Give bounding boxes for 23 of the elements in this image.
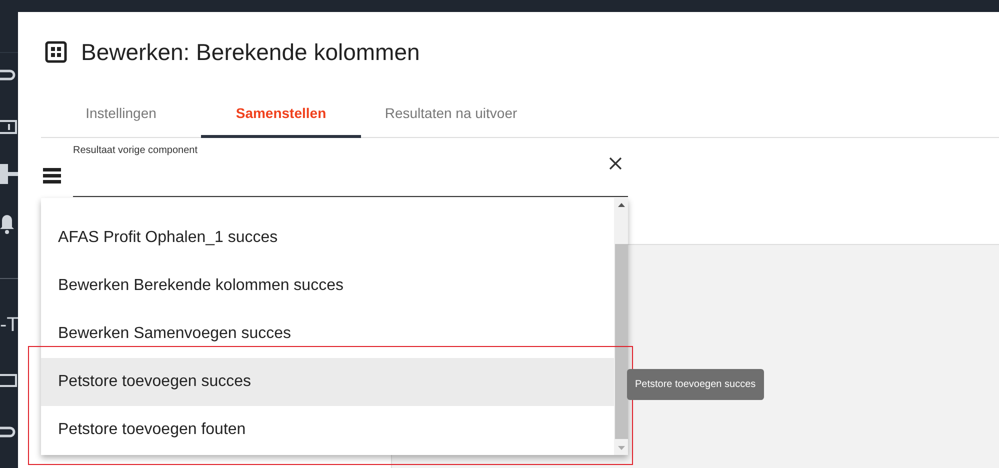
dialog-title: Bewerken: Berekende kolommen [81, 38, 420, 66]
grid-icon [45, 41, 67, 63]
dropdown-item[interactable]: Bewerken Samenvoegen succes [41, 310, 614, 358]
tab[interactable]: Resultaten na uitvoer [361, 93, 541, 138]
field-label: Resultaat vorige component [73, 145, 198, 156]
link-icon[interactable] [0, 68, 18, 82]
link-icon[interactable] [0, 425, 18, 439]
screen-icon[interactable] [0, 374, 18, 388]
panel-icon[interactable] [0, 120, 18, 134]
dropdown-item[interactable]: Bewerken Berekende kolommen succes [41, 262, 614, 310]
select-field[interactable]: Resultaat vorige component [73, 138, 628, 197]
scrollbar[interactable] [614, 198, 628, 455]
bell-icon[interactable] [0, 214, 14, 234]
dropdown-item[interactable]: Petstore toevoegen succes [41, 358, 614, 406]
menu-icon[interactable] [43, 168, 61, 184]
tab[interactable]: Instellingen [41, 93, 201, 138]
dropdown-item[interactable]: AFAS Profit Ophalen_1 succes [41, 214, 614, 262]
node-icon[interactable] [0, 164, 18, 184]
scroll-thumb[interactable] [614, 244, 628, 439]
tab[interactable]: Samenstellen [201, 93, 361, 138]
close-icon[interactable] [609, 157, 622, 170]
tooltip: Petstore toevoegen succes [627, 369, 764, 400]
dropdown-item[interactable]: Petstore toevoegen fouten [41, 406, 614, 454]
